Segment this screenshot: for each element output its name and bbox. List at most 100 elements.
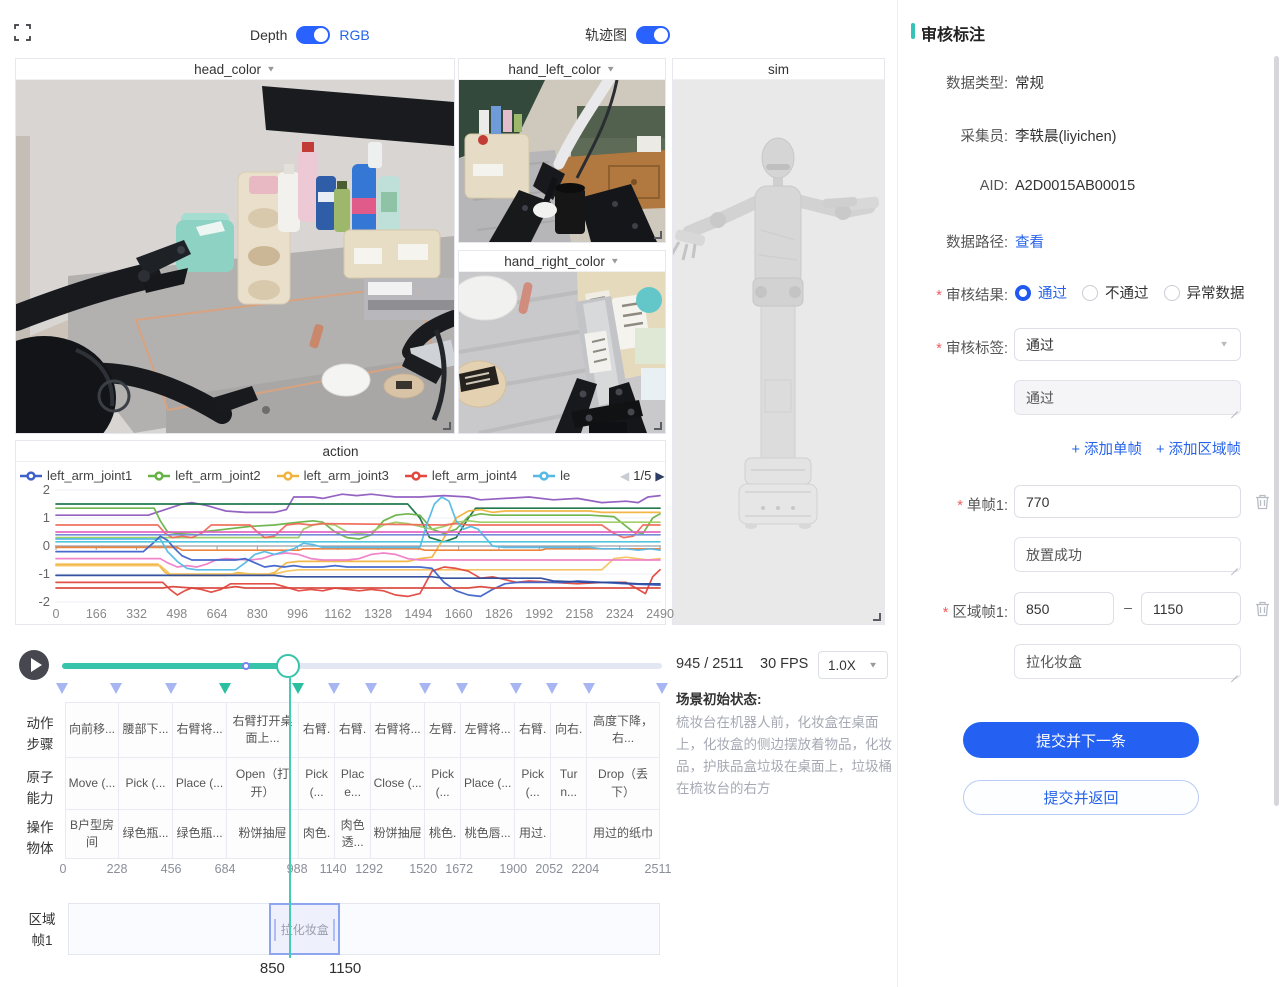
table-cell[interactable]: Turn...	[551, 758, 587, 810]
table-cell[interactable]: 左臂将...	[461, 702, 515, 758]
single-frame-input[interactable]: 770	[1014, 485, 1241, 518]
timeline-marker-1672[interactable]	[456, 683, 468, 694]
hand-right-color-header[interactable]: hand_right_color▼	[459, 251, 665, 272]
table-cell[interactable]: Pick (...	[515, 758, 551, 810]
head-color-title: head_color	[194, 62, 261, 77]
table-cell[interactable]: Pick (...	[299, 758, 335, 810]
depth-rgb-switch[interactable]	[296, 26, 330, 44]
table-cell[interactable]: 右臂.	[299, 702, 335, 758]
region-frame-desc[interactable]: 拉化妆盒	[1014, 644, 1241, 679]
sidebar-scrollbar[interactable]	[1274, 56, 1279, 806]
table-cell[interactable]: 右臂将...	[173, 702, 227, 758]
table-cell[interactable]: 腰部下...	[119, 702, 173, 758]
timeline-marker-684[interactable]	[219, 683, 231, 694]
table-cell[interactable]: B户型房间	[65, 810, 119, 859]
table-cell[interactable]: 右臂将...	[371, 702, 425, 758]
radio-fail[interactable]	[1082, 285, 1098, 301]
table-cell[interactable]: Pick (...	[425, 758, 461, 810]
timeline-marker-2052[interactable]	[546, 683, 558, 694]
review-tag-select[interactable]: 通过 ▼	[1014, 328, 1241, 361]
sim-header[interactable]: sim	[673, 59, 884, 80]
table-cell[interactable]: 右臂.	[515, 702, 551, 758]
speed-select[interactable]: 1.0X ▼	[818, 651, 888, 679]
textarea-resize-icon[interactable]	[1230, 404, 1238, 412]
table-cell[interactable]: Place...	[335, 758, 371, 810]
progress-slider[interactable]	[62, 663, 662, 669]
table-cell[interactable]: 用过的纸巾	[587, 810, 660, 859]
table-cell[interactable]: 高度下降，右...	[587, 702, 660, 758]
timeline-marker-2511[interactable]	[656, 683, 668, 694]
legend-item-le[interactable]: le	[533, 468, 570, 483]
table-cell[interactable]: 桃色唇...	[461, 810, 515, 859]
textarea-resize-icon[interactable]	[1230, 668, 1238, 676]
table-cell[interactable]: 肉色透...	[335, 810, 371, 859]
timeline-marker-228[interactable]	[110, 683, 122, 694]
action-chart-plot[interactable]	[55, 489, 661, 604]
region-end-input[interactable]: 1150	[1141, 592, 1241, 625]
table-cell[interactable]: 绿色瓶...	[119, 810, 173, 859]
radio-abnormal-label[interactable]: 异常数据	[1187, 282, 1245, 303]
trajectory-switch[interactable]	[636, 26, 670, 44]
timeline-marker-1900[interactable]	[510, 683, 522, 694]
table-cell[interactable]: Drop（丢下）	[587, 758, 660, 810]
timeline-marker-0[interactable]	[56, 683, 68, 694]
legend-next-icon[interactable]: ▶	[655, 470, 664, 482]
resize-corner-icon[interactable]	[443, 422, 451, 430]
submit-next-button[interactable]: 提交并下一条	[963, 722, 1199, 758]
play-button[interactable]	[19, 650, 49, 680]
radio-pass-label[interactable]: 通过	[1038, 282, 1067, 303]
delete-single-frame-icon[interactable]	[1255, 494, 1270, 510]
submit-return-button[interactable]: 提交并返回	[963, 780, 1199, 815]
table-cell[interactable]: 绿色瓶...	[173, 810, 227, 859]
legend-item-left_arm_joint4[interactable]: left_arm_joint4	[405, 468, 517, 483]
single-frame-desc[interactable]: 放置成功	[1014, 537, 1241, 572]
resize-corner-icon[interactable]	[873, 613, 881, 621]
region-block[interactable]: 拉化妆盒	[269, 903, 340, 955]
progress-handle[interactable]	[276, 654, 300, 678]
delete-region-frame-icon[interactable]	[1255, 601, 1270, 617]
legend-item-left_arm_joint1[interactable]: left_arm_joint1	[20, 468, 132, 483]
table-cell[interactable]	[551, 810, 587, 859]
timeline-marker-1520[interactable]	[419, 683, 431, 694]
region-track[interactable]: 拉化妆盒	[68, 903, 660, 955]
radio-abnormal[interactable]	[1164, 285, 1180, 301]
add-region-frame-link[interactable]: + 添加区域帧	[1156, 438, 1241, 459]
timeline-marker-988[interactable]	[292, 683, 304, 694]
table-cell[interactable]: Move (...	[65, 758, 119, 810]
add-single-frame-link[interactable]: + 添加单帧	[1072, 438, 1143, 459]
table-cell[interactable]: 桃色.	[425, 810, 461, 859]
table-cell[interactable]: Place (...	[461, 758, 515, 810]
table-cell[interactable]: Close (...	[371, 758, 425, 810]
table-cell[interactable]: Pick (...	[119, 758, 173, 810]
table-cell[interactable]: 向右.	[551, 702, 587, 758]
table-cell[interactable]: 用过.	[515, 810, 551, 859]
region-right-handle[interactable]	[333, 919, 335, 941]
fullscreen-icon[interactable]	[14, 24, 31, 41]
table-cell[interactable]: 肉色.	[299, 810, 335, 859]
timeline-marker-1292[interactable]	[365, 683, 377, 694]
region-left-handle[interactable]	[274, 919, 276, 941]
legend-marker-icon	[405, 471, 427, 481]
data-path-view-link[interactable]: 查看	[1015, 231, 1044, 252]
hand-left-color-header[interactable]: hand_left_color▼	[459, 59, 665, 80]
table-cell[interactable]: 向前移...	[65, 702, 119, 758]
keyframe-dot-marker[interactable]	[242, 662, 250, 670]
resize-corner-icon[interactable]	[654, 231, 662, 239]
timeline-marker-1140[interactable]	[328, 683, 340, 694]
radio-fail-label[interactable]: 不通过	[1105, 282, 1149, 303]
table-cell[interactable]: 粉饼抽屉	[371, 810, 425, 859]
textarea-resize-icon[interactable]	[1230, 561, 1238, 569]
radio-pass-selected[interactable]	[1015, 285, 1031, 301]
timeline-marker-456[interactable]	[165, 683, 177, 694]
head-color-header[interactable]: head_color▼	[16, 59, 454, 80]
table-cell[interactable]: 右臂.	[335, 702, 371, 758]
review-tag-note[interactable]: 通过	[1014, 380, 1241, 415]
resize-corner-icon[interactable]	[654, 422, 662, 430]
legend-item-left_arm_joint3[interactable]: left_arm_joint3	[277, 468, 389, 483]
legend-item-left_arm_joint2[interactable]: left_arm_joint2	[148, 468, 260, 483]
region-start-input[interactable]: 850	[1014, 592, 1114, 625]
legend-prev-icon[interactable]: ◀	[620, 470, 629, 482]
table-cell[interactable]: Place (...	[173, 758, 227, 810]
table-cell[interactable]: 左臂.	[425, 702, 461, 758]
timeline-marker-2204[interactable]	[583, 683, 595, 694]
